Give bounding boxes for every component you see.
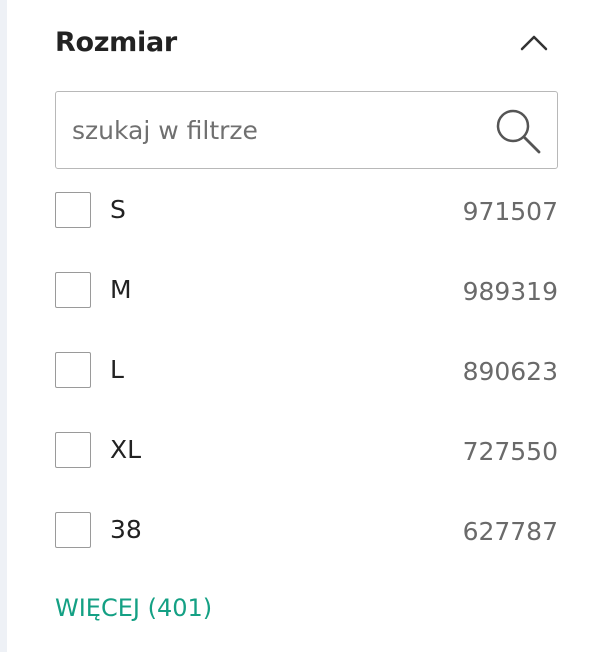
checkbox[interactable] bbox=[55, 512, 91, 548]
option-label: 38 bbox=[110, 515, 142, 544]
filter-header[interactable]: Rozmiar bbox=[55, 24, 558, 64]
option-row-xl[interactable]: XL 727550 bbox=[55, 432, 558, 472]
filter-search-input[interactable] bbox=[72, 110, 472, 150]
option-count: 989319 bbox=[462, 277, 558, 306]
checkbox[interactable] bbox=[55, 432, 91, 468]
left-rail bbox=[0, 0, 7, 652]
checkbox[interactable] bbox=[55, 192, 91, 228]
option-count: 727550 bbox=[462, 437, 558, 466]
option-row-38[interactable]: 38 627787 bbox=[55, 512, 558, 552]
option-count: 627787 bbox=[462, 517, 558, 546]
filter-search-box bbox=[55, 91, 558, 169]
show-more-link[interactable]: WIĘCEJ (401) bbox=[55, 592, 212, 624]
size-filter-panel: Rozmiar S 971507 M 989319 L bbox=[55, 0, 558, 652]
option-count: 890623 bbox=[462, 357, 558, 386]
option-row-s[interactable]: S 971507 bbox=[55, 192, 558, 232]
option-label: S bbox=[110, 195, 126, 224]
search-icon[interactable] bbox=[493, 106, 543, 156]
option-label: M bbox=[110, 275, 132, 304]
option-count: 971507 bbox=[462, 197, 558, 226]
option-label: L bbox=[110, 355, 124, 384]
option-label: XL bbox=[110, 435, 142, 464]
checkbox[interactable] bbox=[55, 352, 91, 388]
chevron-up-icon[interactable] bbox=[520, 32, 548, 52]
option-row-m[interactable]: M 989319 bbox=[55, 272, 558, 312]
checkbox[interactable] bbox=[55, 272, 91, 308]
filter-title: Rozmiar bbox=[55, 27, 177, 58]
option-row-l[interactable]: L 890623 bbox=[55, 352, 558, 392]
